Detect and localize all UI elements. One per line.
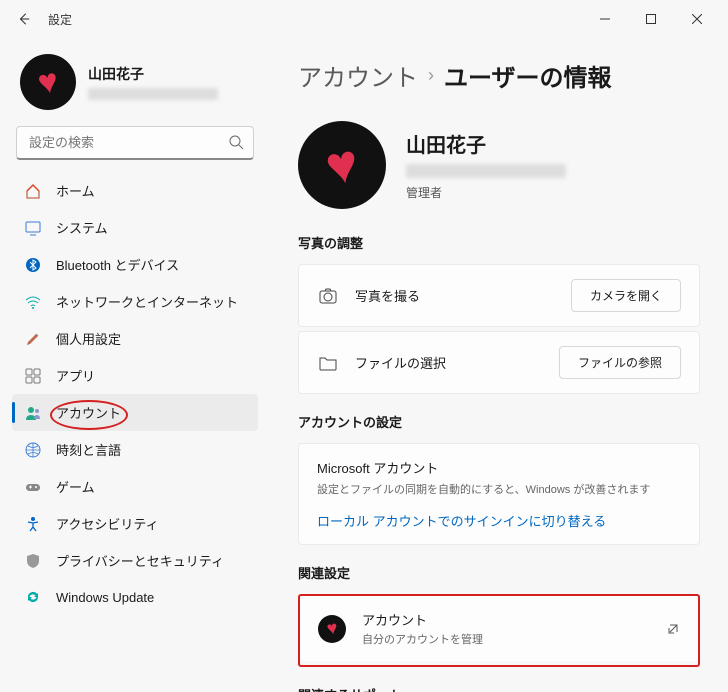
nav-label: プライバシーとセキュリティ [56, 551, 224, 570]
open-camera-button[interactable]: カメラを開く [571, 279, 681, 312]
system-icon [24, 219, 42, 237]
nav-label: ゲーム [56, 477, 95, 496]
bluetooth-icon [24, 256, 42, 274]
take-photo-label: 写真を撮る [355, 286, 420, 305]
sidebar-item-apps[interactable]: アプリ [12, 357, 258, 394]
section-photo-heading: 写真の調整 [298, 233, 700, 252]
user-role: 管理者 [406, 184, 566, 201]
related-account-title: アカウント [362, 610, 483, 629]
breadcrumb-current: ユーザーの情報 [444, 58, 612, 93]
camera-icon [317, 285, 339, 307]
profile-name: 山田花子 [88, 64, 218, 84]
wifi-icon [24, 293, 42, 311]
nav-label: アプリ [56, 366, 95, 385]
sidebar-item-privacy[interactable]: プライバシーとセキュリティ [12, 542, 258, 579]
related-account-highlight: ♥ アカウント 自分のアカウントを管理 [298, 594, 700, 667]
heart-icon: ♥ [321, 132, 363, 199]
sidebar-item-gaming[interactable]: ゲーム [12, 468, 258, 505]
sidebar-item-bluetooth[interactable]: Bluetooth とデバイス [12, 246, 258, 283]
section-related-heading: 関連設定 [298, 563, 700, 582]
nav-label: ネットワークとインターネット [56, 292, 238, 311]
shield-icon [24, 552, 42, 570]
update-icon [24, 588, 42, 606]
person-icon [24, 404, 42, 422]
apps-icon [24, 367, 42, 385]
chevron-right-icon: › [428, 65, 434, 86]
nav-label: アカウント [56, 403, 121, 422]
sidebar-item-personalization[interactable]: 個人用設定 [12, 320, 258, 357]
nav-label: アクセシビリティ [56, 514, 159, 533]
breadcrumb: アカウント › ユーザーの情報 [298, 58, 700, 93]
ms-account-title: Microsoft アカウント [317, 458, 438, 477]
breadcrumb-parent[interactable]: アカウント [298, 58, 418, 93]
section-account-heading: アカウントの設定 [298, 412, 700, 431]
external-link-icon [666, 622, 680, 636]
minimize-button[interactable] [582, 0, 628, 38]
related-account-desc: 自分のアカウントを管理 [362, 631, 483, 647]
choose-file-label: ファイルの選択 [355, 353, 446, 372]
related-account-card[interactable]: ♥ アカウント 自分のアカウントを管理 [300, 596, 698, 661]
search-box [16, 126, 254, 160]
search-input[interactable] [16, 126, 254, 160]
sidebar-item-time[interactable]: 時刻と言語 [12, 431, 258, 468]
heart-icon: ♥ [325, 617, 339, 640]
sidebar-item-home[interactable]: ホーム [12, 172, 258, 209]
user-name: 山田花子 [406, 129, 566, 158]
ms-account-desc: 設定とファイルの同期を自動的にすると、Windows が改善されます [317, 481, 650, 497]
section-support-heading: 関連するサポート [298, 685, 700, 692]
nav-label: ホーム [56, 181, 95, 200]
accessibility-icon [24, 515, 42, 533]
nav-label: Bluetooth とデバイス [56, 255, 179, 274]
take-photo-card: 写真を撮る カメラを開く [298, 264, 700, 327]
close-button[interactable] [674, 0, 720, 38]
nav-label: 個人用設定 [56, 329, 121, 348]
nav-label: システム [56, 218, 108, 237]
maximize-button[interactable] [628, 0, 674, 38]
avatar: ♥ [20, 54, 76, 110]
profile-email-blur [88, 88, 218, 100]
user-email-blur [406, 164, 566, 178]
globe-icon [24, 441, 42, 459]
window-title: 設定 [48, 11, 72, 28]
sidebar-item-accounts[interactable]: アカウント [12, 394, 258, 431]
folder-icon [317, 352, 339, 374]
heart-icon: ♥ [35, 61, 62, 103]
home-icon [24, 182, 42, 200]
nav-label: 時刻と言語 [56, 440, 121, 459]
user-info-block: ♥ 山田花子 管理者 [298, 121, 700, 209]
search-icon [228, 134, 244, 150]
sidebar-item-network[interactable]: ネットワークとインターネット [12, 283, 258, 320]
sidebar-item-system[interactable]: システム [12, 209, 258, 246]
back-button[interactable] [8, 3, 40, 35]
gamepad-icon [24, 478, 42, 496]
avatar: ♥ [298, 121, 386, 209]
ms-account-card: Microsoft アカウント 設定とファイルの同期を自動的にすると、Windo… [298, 443, 700, 545]
local-account-link[interactable]: ローカル アカウントでのサインインに切り替える [317, 511, 606, 530]
browse-file-button[interactable]: ファイルの参照 [559, 346, 681, 379]
sidebar-item-accessibility[interactable]: アクセシビリティ [12, 505, 258, 542]
avatar: ♥ [318, 615, 346, 643]
brush-icon [24, 330, 42, 348]
choose-file-card: ファイルの選択 ファイルの参照 [298, 331, 700, 394]
nav-label: Windows Update [56, 590, 154, 605]
sidebar-item-update[interactable]: Windows Update [12, 579, 258, 615]
sidebar-profile[interactable]: ♥ 山田花子 [12, 46, 258, 122]
